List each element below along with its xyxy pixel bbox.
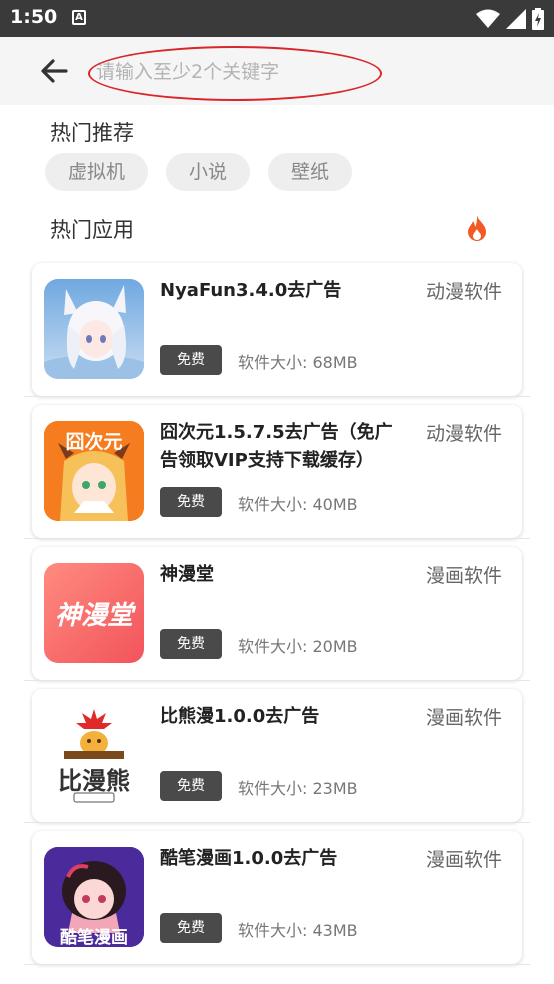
divider [24, 964, 530, 965]
anime-fox-girl-icon [44, 279, 144, 379]
free-badge: 免费 [160, 913, 222, 943]
kubimanhua-icon: 酷笔漫画 [44, 847, 144, 947]
app-card[interactable]: 酷笔漫画 酷笔漫画1.0.0去广告 漫画软件 免费 软件大小: 43MB [32, 831, 522, 964]
divider [24, 396, 530, 397]
app-icon-text: 神漫堂 [54, 601, 133, 631]
free-badge: 免费 [160, 487, 222, 517]
battery-icon [532, 8, 544, 30]
app-category: 动漫软件 [425, 423, 502, 445]
app-card[interactable]: 比漫熊 比熊漫1.0.0去广告 漫画软件 免费 软件大小: 23MB [32, 689, 522, 822]
notification-icon: A [72, 10, 86, 25]
status-time: 1:50 [10, 6, 58, 28]
back-arrow-icon[interactable] [38, 55, 70, 87]
app-category: 漫画软件 [425, 849, 502, 871]
app-name: 神漫堂 [160, 564, 214, 585]
shenmantang-icon: 神漫堂 [44, 563, 144, 663]
app-card[interactable]: 囧次元 囧次元1.5.7.5去广告（免广告领取VIP支持下载缓存） 动漫软件 免… [32, 405, 522, 538]
app-name: 酷笔漫画1.0.0去广告 [160, 848, 338, 869]
app-size: 软件大小: 40MB [238, 495, 358, 514]
status-bar: 1:50 A [0, 0, 554, 37]
hot-recommend-title: 热门推荐 [50, 121, 134, 145]
app-name: 比熊漫1.0.0去广告 [160, 706, 320, 727]
app-size: 软件大小: 23MB [238, 779, 358, 798]
app-category: 动漫软件 [425, 281, 502, 303]
app-size: 软件大小: 20MB [238, 637, 358, 656]
app-icon-text: 囧次元 [65, 431, 123, 453]
app-name: NyaFun3.4.0去广告 [160, 280, 342, 301]
divider [24, 680, 530, 681]
bixiongman-icon: 比漫熊 [44, 705, 144, 805]
hot-apps-title: 热门应用 [50, 218, 134, 242]
app-category: 漫画软件 [425, 565, 502, 587]
free-badge: 免费 [160, 771, 222, 801]
app-name: 囧次元1.5.7.5去广告（免广告领取VIP支持下载缓存） [160, 422, 393, 471]
app-size: 软件大小: 43MB [238, 921, 358, 940]
hot-tag[interactable]: 虚拟机 [45, 153, 149, 191]
search-input[interactable] [96, 55, 386, 89]
app-icon-text: 酷笔漫画 [60, 928, 128, 947]
fire-icon [468, 215, 486, 241]
signal-icon [506, 9, 526, 29]
app-size: 软件大小: 68MB [238, 353, 358, 372]
wifi-icon [476, 9, 500, 28]
app-category: 漫画软件 [425, 707, 502, 729]
divider [24, 822, 530, 823]
divider [24, 538, 530, 539]
free-badge: 免费 [160, 629, 222, 659]
free-badge: 免费 [160, 345, 222, 375]
app-icon-text: 比漫熊 [58, 767, 130, 795]
search-bar [0, 37, 554, 105]
hot-tag[interactable]: 小说 [166, 153, 251, 191]
status-icons [476, 8, 544, 30]
jiongciyuan-icon: 囧次元 [44, 421, 144, 521]
hot-tags: 虚拟机 小说 壁纸 [45, 153, 353, 191]
app-card[interactable]: 神漫堂 神漫堂 漫画软件 免费 软件大小: 20MB [32, 547, 522, 680]
app-card[interactable]: NyaFun3.4.0去广告 动漫软件 免费 软件大小: 68MB [32, 263, 522, 396]
hot-tag[interactable]: 壁纸 [268, 153, 353, 191]
